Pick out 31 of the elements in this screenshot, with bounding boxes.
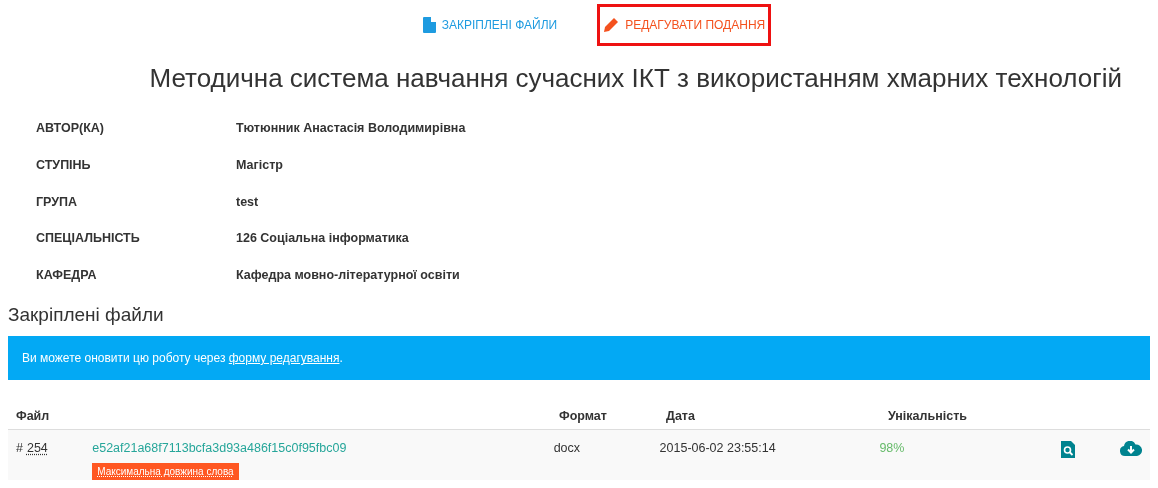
page-title: Методична система навчання сучасних ІКТ з використанням хмарних технологій [149, 62, 1122, 95]
table-cell: 2015-06-02 23:55:14 [659, 441, 776, 456]
detail-label: АВТОР(КА) [36, 120, 105, 137]
alert-text: Ви можете оновити цю роботу через форму редагування. [22, 350, 343, 368]
detail-label: СПЕЦІАЛЬНІСТЬ [36, 230, 141, 248]
pencil-icon [603, 17, 620, 33]
detail-value: test [236, 193, 259, 211]
detail-label: КАФЕДРА [36, 267, 98, 285]
section-heading: Закріплені файли [8, 303, 164, 327]
hash-mark: # [16, 440, 23, 458]
file-icon [422, 17, 436, 33]
detail-label: ГРУПА [36, 193, 79, 211]
cloud-download-icon[interactable] [1120, 441, 1142, 457]
table-cell: docx [553, 441, 581, 456]
detail-value: Кафедра мовно-літературної освіти [236, 267, 460, 285]
file-link[interactable]: e52af21a68f7113bcfa3d93a486f15c0f95fbc09 [92, 439, 347, 459]
nav-link[interactable]: РЕДАГУВАТИ ПОДАННЯ [597, 4, 772, 46]
column-header: Дата [666, 409, 695, 424]
row-number: 254 [26, 440, 48, 458]
detail-label: СТУПІНЬ [36, 156, 92, 174]
edit-form-link[interactable]: форму редагування [228, 351, 340, 366]
column-header: Формат [559, 409, 607, 424]
nav-link[interactable]: ЗАКРІПЛЕНІ ФАЙЛИ [416, 4, 564, 46]
detail-value: Магістр [236, 156, 283, 174]
warning-badge: Максимальна довжина слова [92, 463, 239, 481]
column-header: Унікальність [888, 409, 967, 424]
detail-value: 126 Соціальна інформатика [236, 230, 409, 248]
uniqueness-value: 98% [879, 441, 905, 456]
detail-value: Тютюнник Анастасія Володимирівна [236, 120, 466, 137]
column-header: Файл [16, 409, 50, 424]
search-document-icon[interactable] [1060, 441, 1075, 459]
